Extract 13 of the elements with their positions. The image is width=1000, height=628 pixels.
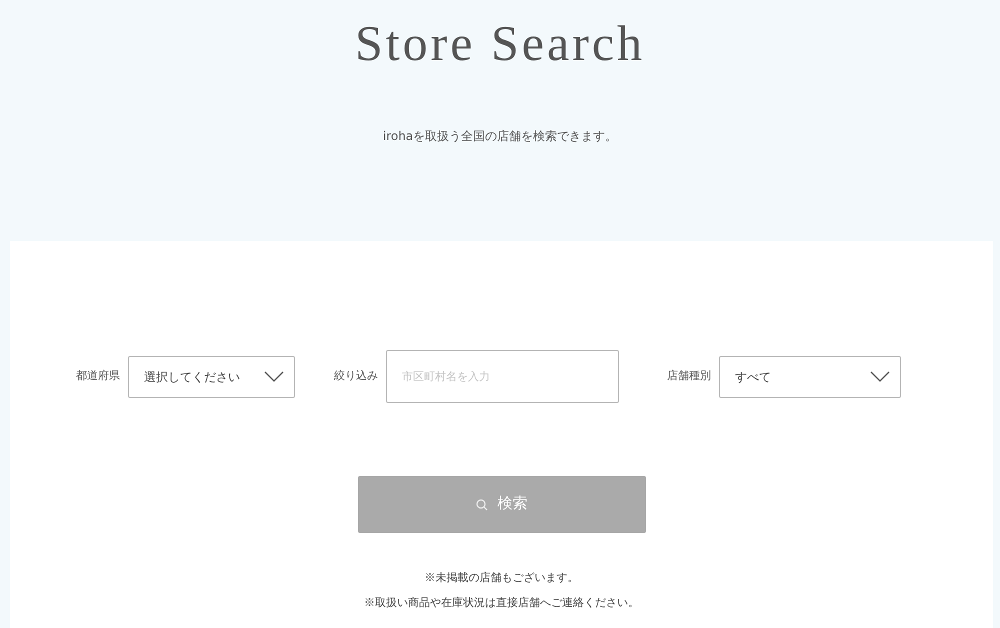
note-text: ※取扱い商品や在庫状況は直接店舗へご連絡ください。 xyxy=(364,596,639,611)
page-subtitle: irohaを取扱う全国の店舗を検索できます。 xyxy=(382,128,618,145)
city-input-field[interactable]: 市区町村名を入力 xyxy=(386,350,619,403)
search-icon xyxy=(476,498,488,510)
filter-label: 都道府県 xyxy=(76,368,120,384)
chevron-down-icon xyxy=(264,371,284,382)
page-title: Store Search xyxy=(354,14,646,72)
select-dropdown[interactable]: すべて xyxy=(719,356,901,398)
filter-label: 店舗種別 xyxy=(667,368,711,384)
select-dropdown[interactable]: 選択してください xyxy=(128,356,295,398)
note-text: ※未掲載の店舗もございます。 xyxy=(424,570,578,586)
chevron-down-icon xyxy=(870,371,890,382)
filter-label: 絞り込み xyxy=(334,368,378,384)
